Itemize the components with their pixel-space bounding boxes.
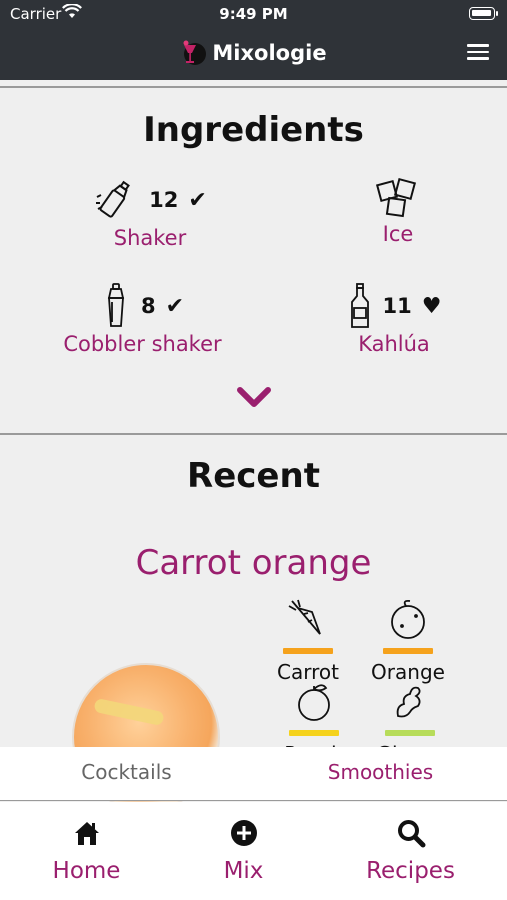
battery-icon [469, 7, 498, 20]
tab-mix[interactable]: Mix [159, 818, 328, 884]
cobbler-shaker-icon [107, 283, 125, 327]
peach-icon [298, 684, 330, 721]
ingredient-item-shaker[interactable]: 12 ✔ Shaker [70, 176, 230, 250]
cocktail-logo-icon [183, 40, 207, 65]
ingredient-label: Kahlúa [358, 332, 430, 356]
fruit-color-bar [283, 648, 333, 654]
ingredient-label: Shaker [113, 226, 187, 250]
bottom-tab-bar: Home Mix Recipes [0, 802, 507, 900]
ice-cubes-icon [375, 177, 417, 218]
clock: 9:49 PM [219, 5, 288, 23]
fruit-color-bar [289, 730, 339, 736]
check-icon: ✔ [188, 187, 207, 213]
bottle-icon [350, 283, 369, 328]
orange-icon [391, 599, 425, 639]
ingredient-count: 8 [140, 294, 156, 318]
tab-cocktails[interactable]: Cocktails [0, 760, 253, 784]
check-icon: ✔ [165, 293, 185, 319]
tab-label: Home [52, 858, 121, 884]
ingredient-count: 11 [382, 294, 412, 318]
category-tabs: Cocktails Smoothies [0, 747, 507, 801]
carrot-icon [288, 599, 321, 635]
ingredient-item-kahlua[interactable]: 11 ♥ Kahlúa [330, 282, 458, 356]
app-brand: Mixologie [0, 39, 507, 67]
chevron-down-icon[interactable] [237, 386, 271, 410]
fruit-item-orange: Orange [358, 598, 458, 684]
fruit-item-carrot: Carrot [258, 598, 358, 684]
heart-icon: ♥ [421, 293, 442, 319]
home-icon [74, 822, 99, 845]
tab-label: Recipes [366, 858, 455, 884]
tab-home[interactable]: Home [2, 818, 171, 884]
plus-circle-icon [230, 820, 257, 846]
hamburger-menu-icon[interactable] [467, 44, 489, 62]
ingredient-item-ice[interactable]: Ice [338, 176, 458, 246]
ingredient-count: 12 [149, 188, 179, 212]
tab-label: Mix [223, 858, 264, 884]
straw-graphic [93, 697, 165, 727]
recent-drink-name[interactable]: Carrot orange [0, 543, 507, 583]
fruit-name: Carrot [277, 660, 339, 684]
fruit-color-bar [383, 648, 433, 654]
recent-title: Recent [187, 456, 320, 496]
ginger-icon [396, 686, 421, 718]
search-icon [397, 820, 425, 848]
fruit-name: Orange [371, 660, 445, 684]
top-divider [0, 86, 507, 88]
navigation-bar: Mixologie [0, 28, 507, 80]
tab-smoothies[interactable]: Smoothies [254, 760, 507, 784]
fruit-color-bar [385, 730, 435, 736]
status-bar: Carrier 9:49 PM [0, 0, 507, 28]
ingredient-item-cobbler-shaker[interactable]: 8 ✔ Cobbler shaker [55, 282, 230, 356]
tab-recipes[interactable]: Recipes [326, 818, 495, 884]
shaker-icon [96, 180, 131, 218]
ingredient-label: Cobbler shaker [63, 332, 222, 356]
ingredients-title: Ingredients [143, 110, 364, 150]
section-divider [0, 433, 507, 435]
app-title: Mixologie [212, 41, 327, 65]
ingredient-label: Ice [382, 222, 414, 246]
